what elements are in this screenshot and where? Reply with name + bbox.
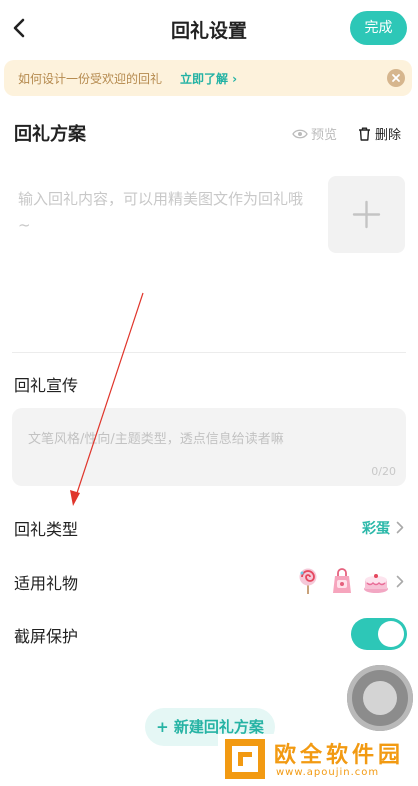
watermark-logo-icon (225, 739, 265, 779)
learn-more-link[interactable]: 立即了解 › (180, 70, 237, 87)
cake-icon (364, 574, 388, 593)
applicable-gifts-row[interactable]: 适用礼物 (0, 556, 418, 606)
screenshot-protection-label: 截屏保护 (14, 627, 79, 646)
promo-title: 回礼宣传 (14, 376, 79, 395)
lollipop-icon (299, 568, 317, 594)
floating-button-core (363, 681, 397, 715)
char-counter: 0/20 (371, 465, 396, 478)
gift-type-value: 彩蛋 (362, 521, 390, 537)
gift-icons (294, 567, 392, 595)
gift-content-input[interactable]: 输入回礼内容，可以用精美图文作为回礼哦~ (18, 186, 308, 238)
close-banner-button[interactable] (387, 69, 405, 87)
watermark-title: 欧全软件园 (274, 743, 405, 768)
add-image-button[interactable] (328, 176, 405, 253)
eye-icon (292, 129, 308, 139)
screenshot-protection-toggle[interactable] (351, 618, 407, 650)
floating-assistive-button[interactable] (347, 665, 413, 731)
trash-icon (359, 127, 370, 141)
gift-type-label: 回礼类型 (14, 520, 79, 539)
screenshot-protection-row: 截屏保护 (0, 609, 418, 659)
delete-label: 删除 (375, 128, 402, 143)
chevron-right-icon (396, 521, 404, 534)
gift-type-row[interactable]: 回礼类型 彩蛋 (0, 502, 418, 552)
preview-button[interactable]: 预览 (292, 124, 337, 143)
tip-banner: 如何设计一份受欢迎的回礼 立即了解 › (4, 60, 412, 96)
done-button[interactable]: 完成 (350, 11, 407, 45)
applicable-gifts-label: 适用礼物 (14, 574, 79, 593)
toggle-knob (378, 621, 404, 647)
tip-text: 如何设计一份受欢迎的回礼 (18, 72, 163, 86)
section-divider (12, 352, 406, 353)
promo-input[interactable]: 文笔风格/性向/主题类型，透点信息给读者嘛 0/20 (12, 408, 406, 486)
promo-placeholder: 文笔风格/性向/主题类型，透点信息给读者嘛 (28, 432, 284, 447)
preview-label: 预览 (311, 128, 338, 143)
watermark-url: www.apoujin.com (276, 767, 380, 778)
plan-section-title: 回礼方案 (14, 124, 86, 145)
close-icon (392, 74, 400, 82)
chevron-right-icon (396, 575, 404, 588)
gift-bag-icon (333, 568, 351, 593)
plus-icon (352, 200, 381, 229)
delete-button[interactable]: 删除 (358, 124, 401, 143)
top-bar: 回礼设置 完成 (0, 0, 418, 56)
watermark: 欧全软件园 www.apoujin.com (218, 734, 418, 786)
